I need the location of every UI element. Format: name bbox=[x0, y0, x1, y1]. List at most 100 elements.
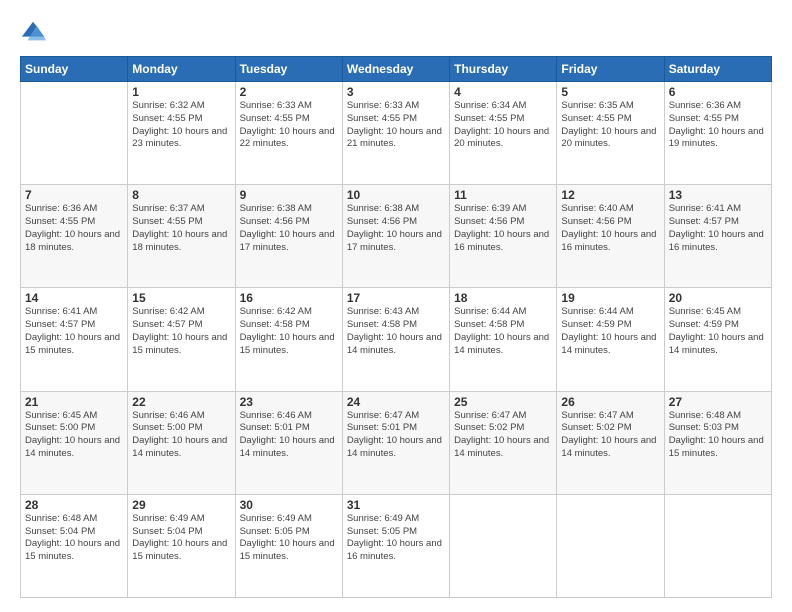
calendar-cell bbox=[557, 494, 664, 597]
day-number: 30 bbox=[240, 498, 338, 512]
day-info: Sunrise: 6:34 AMSunset: 4:55 PMDaylight:… bbox=[454, 100, 549, 149]
calendar-cell: 9 Sunrise: 6:38 AMSunset: 4:56 PMDayligh… bbox=[235, 185, 342, 288]
calendar-cell bbox=[664, 494, 771, 597]
day-info: Sunrise: 6:39 AMSunset: 4:56 PMDaylight:… bbox=[454, 203, 549, 252]
day-info: Sunrise: 6:35 AMSunset: 4:55 PMDaylight:… bbox=[561, 100, 656, 149]
day-number: 16 bbox=[240, 291, 338, 305]
day-info: Sunrise: 6:33 AMSunset: 4:55 PMDaylight:… bbox=[240, 100, 335, 149]
weekday-header-thursday: Thursday bbox=[450, 57, 557, 82]
calendar-cell: 17 Sunrise: 6:43 AMSunset: 4:58 PMDaylig… bbox=[342, 288, 449, 391]
calendar-cell: 2 Sunrise: 6:33 AMSunset: 4:55 PMDayligh… bbox=[235, 82, 342, 185]
day-number: 8 bbox=[132, 188, 230, 202]
weekday-header-sunday: Sunday bbox=[21, 57, 128, 82]
calendar-cell: 19 Sunrise: 6:44 AMSunset: 4:59 PMDaylig… bbox=[557, 288, 664, 391]
day-number: 9 bbox=[240, 188, 338, 202]
weekday-header-saturday: Saturday bbox=[664, 57, 771, 82]
day-number: 25 bbox=[454, 395, 552, 409]
calendar-week-4: 21 Sunrise: 6:45 AMSunset: 5:00 PMDaylig… bbox=[21, 391, 772, 494]
calendar-cell: 12 Sunrise: 6:40 AMSunset: 4:56 PMDaylig… bbox=[557, 185, 664, 288]
page: SundayMondayTuesdayWednesdayThursdayFrid… bbox=[0, 0, 792, 612]
day-info: Sunrise: 6:44 AMSunset: 4:59 PMDaylight:… bbox=[561, 306, 656, 355]
day-number: 6 bbox=[669, 85, 767, 99]
day-number: 4 bbox=[454, 85, 552, 99]
calendar-cell bbox=[450, 494, 557, 597]
day-number: 26 bbox=[561, 395, 659, 409]
calendar-cell: 7 Sunrise: 6:36 AMSunset: 4:55 PMDayligh… bbox=[21, 185, 128, 288]
day-info: Sunrise: 6:45 AMSunset: 4:59 PMDaylight:… bbox=[669, 306, 764, 355]
day-info: Sunrise: 6:46 AMSunset: 5:00 PMDaylight:… bbox=[132, 410, 227, 459]
calendar-cell: 5 Sunrise: 6:35 AMSunset: 4:55 PMDayligh… bbox=[557, 82, 664, 185]
day-info: Sunrise: 6:44 AMSunset: 4:58 PMDaylight:… bbox=[454, 306, 549, 355]
day-info: Sunrise: 6:49 AMSunset: 5:04 PMDaylight:… bbox=[132, 513, 227, 562]
day-info: Sunrise: 6:43 AMSunset: 4:58 PMDaylight:… bbox=[347, 306, 442, 355]
weekday-header-monday: Monday bbox=[128, 57, 235, 82]
header bbox=[20, 18, 772, 46]
calendar-cell: 10 Sunrise: 6:38 AMSunset: 4:56 PMDaylig… bbox=[342, 185, 449, 288]
day-number: 24 bbox=[347, 395, 445, 409]
calendar-cell: 8 Sunrise: 6:37 AMSunset: 4:55 PMDayligh… bbox=[128, 185, 235, 288]
day-number: 20 bbox=[669, 291, 767, 305]
calendar-cell: 6 Sunrise: 6:36 AMSunset: 4:55 PMDayligh… bbox=[664, 82, 771, 185]
day-number: 11 bbox=[454, 188, 552, 202]
calendar-cell: 21 Sunrise: 6:45 AMSunset: 5:00 PMDaylig… bbox=[21, 391, 128, 494]
day-number: 7 bbox=[25, 188, 123, 202]
day-number: 28 bbox=[25, 498, 123, 512]
calendar-cell: 29 Sunrise: 6:49 AMSunset: 5:04 PMDaylig… bbox=[128, 494, 235, 597]
calendar-week-5: 28 Sunrise: 6:48 AMSunset: 5:04 PMDaylig… bbox=[21, 494, 772, 597]
day-number: 15 bbox=[132, 291, 230, 305]
day-info: Sunrise: 6:32 AMSunset: 4:55 PMDaylight:… bbox=[132, 100, 227, 149]
weekday-row: SundayMondayTuesdayWednesdayThursdayFrid… bbox=[21, 57, 772, 82]
logo bbox=[20, 18, 52, 46]
calendar-cell: 28 Sunrise: 6:48 AMSunset: 5:04 PMDaylig… bbox=[21, 494, 128, 597]
day-number: 19 bbox=[561, 291, 659, 305]
calendar-week-2: 7 Sunrise: 6:36 AMSunset: 4:55 PMDayligh… bbox=[21, 185, 772, 288]
calendar-week-3: 14 Sunrise: 6:41 AMSunset: 4:57 PMDaylig… bbox=[21, 288, 772, 391]
calendar-cell: 16 Sunrise: 6:42 AMSunset: 4:58 PMDaylig… bbox=[235, 288, 342, 391]
day-info: Sunrise: 6:47 AMSunset: 5:02 PMDaylight:… bbox=[454, 410, 549, 459]
day-info: Sunrise: 6:38 AMSunset: 4:56 PMDaylight:… bbox=[347, 203, 442, 252]
day-number: 18 bbox=[454, 291, 552, 305]
calendar-cell: 15 Sunrise: 6:42 AMSunset: 4:57 PMDaylig… bbox=[128, 288, 235, 391]
day-info: Sunrise: 6:47 AMSunset: 5:01 PMDaylight:… bbox=[347, 410, 442, 459]
day-number: 3 bbox=[347, 85, 445, 99]
day-number: 13 bbox=[669, 188, 767, 202]
day-number: 5 bbox=[561, 85, 659, 99]
day-number: 29 bbox=[132, 498, 230, 512]
calendar-cell: 3 Sunrise: 6:33 AMSunset: 4:55 PMDayligh… bbox=[342, 82, 449, 185]
day-number: 2 bbox=[240, 85, 338, 99]
calendar-cell: 4 Sunrise: 6:34 AMSunset: 4:55 PMDayligh… bbox=[450, 82, 557, 185]
calendar-cell: 27 Sunrise: 6:48 AMSunset: 5:03 PMDaylig… bbox=[664, 391, 771, 494]
weekday-header-wednesday: Wednesday bbox=[342, 57, 449, 82]
day-info: Sunrise: 6:41 AMSunset: 4:57 PMDaylight:… bbox=[669, 203, 764, 252]
day-info: Sunrise: 6:41 AMSunset: 4:57 PMDaylight:… bbox=[25, 306, 120, 355]
day-info: Sunrise: 6:36 AMSunset: 4:55 PMDaylight:… bbox=[25, 203, 120, 252]
calendar-header: SundayMondayTuesdayWednesdayThursdayFrid… bbox=[21, 57, 772, 82]
calendar-cell: 13 Sunrise: 6:41 AMSunset: 4:57 PMDaylig… bbox=[664, 185, 771, 288]
calendar-cell: 11 Sunrise: 6:39 AMSunset: 4:56 PMDaylig… bbox=[450, 185, 557, 288]
day-info: Sunrise: 6:36 AMSunset: 4:55 PMDaylight:… bbox=[669, 100, 764, 149]
calendar-cell: 31 Sunrise: 6:49 AMSunset: 5:05 PMDaylig… bbox=[342, 494, 449, 597]
day-info: Sunrise: 6:45 AMSunset: 5:00 PMDaylight:… bbox=[25, 410, 120, 459]
day-info: Sunrise: 6:49 AMSunset: 5:05 PMDaylight:… bbox=[240, 513, 335, 562]
day-number: 27 bbox=[669, 395, 767, 409]
day-number: 1 bbox=[132, 85, 230, 99]
day-number: 22 bbox=[132, 395, 230, 409]
calendar-cell: 24 Sunrise: 6:47 AMSunset: 5:01 PMDaylig… bbox=[342, 391, 449, 494]
day-info: Sunrise: 6:37 AMSunset: 4:55 PMDaylight:… bbox=[132, 203, 227, 252]
weekday-header-friday: Friday bbox=[557, 57, 664, 82]
day-info: Sunrise: 6:42 AMSunset: 4:58 PMDaylight:… bbox=[240, 306, 335, 355]
day-info: Sunrise: 6:46 AMSunset: 5:01 PMDaylight:… bbox=[240, 410, 335, 459]
calendar-body: 1 Sunrise: 6:32 AMSunset: 4:55 PMDayligh… bbox=[21, 82, 772, 598]
calendar-cell: 23 Sunrise: 6:46 AMSunset: 5:01 PMDaylig… bbox=[235, 391, 342, 494]
day-number: 14 bbox=[25, 291, 123, 305]
calendar-table: SundayMondayTuesdayWednesdayThursdayFrid… bbox=[20, 56, 772, 598]
day-info: Sunrise: 6:42 AMSunset: 4:57 PMDaylight:… bbox=[132, 306, 227, 355]
calendar-cell: 18 Sunrise: 6:44 AMSunset: 4:58 PMDaylig… bbox=[450, 288, 557, 391]
day-info: Sunrise: 6:49 AMSunset: 5:05 PMDaylight:… bbox=[347, 513, 442, 562]
calendar-week-1: 1 Sunrise: 6:32 AMSunset: 4:55 PMDayligh… bbox=[21, 82, 772, 185]
calendar-cell: 1 Sunrise: 6:32 AMSunset: 4:55 PMDayligh… bbox=[128, 82, 235, 185]
day-number: 17 bbox=[347, 291, 445, 305]
day-info: Sunrise: 6:40 AMSunset: 4:56 PMDaylight:… bbox=[561, 203, 656, 252]
calendar-cell: 30 Sunrise: 6:49 AMSunset: 5:05 PMDaylig… bbox=[235, 494, 342, 597]
day-number: 21 bbox=[25, 395, 123, 409]
